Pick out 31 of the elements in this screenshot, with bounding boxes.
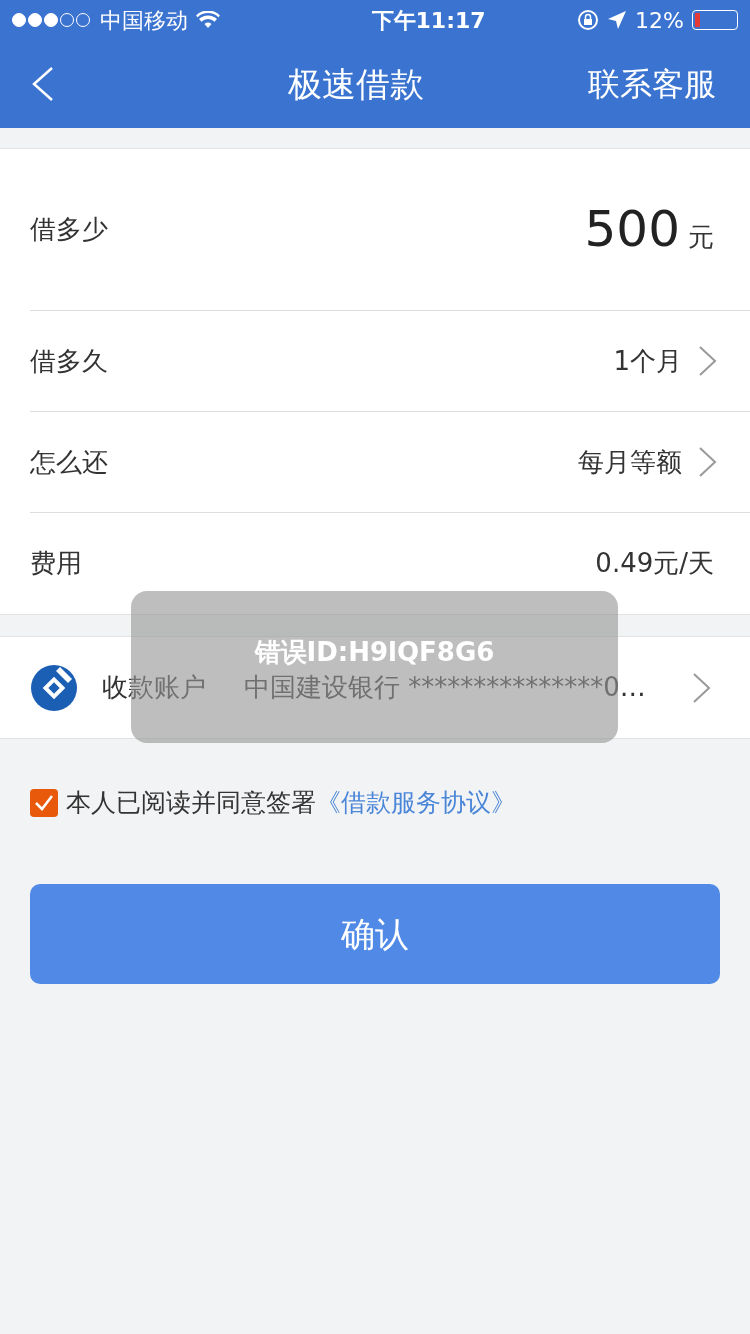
chevron-right-icon: [698, 446, 718, 478]
status-time: 下午11:17: [371, 6, 486, 35]
row-value: 每月等额: [578, 445, 682, 479]
row-label: 怎么还: [30, 445, 108, 479]
battery-icon: [692, 10, 738, 30]
battery-percent: 12%: [635, 6, 684, 35]
amount-value: 500: [584, 199, 680, 260]
option-row[interactable]: 怎么还 每月等额: [30, 412, 750, 513]
check-icon: [34, 793, 54, 812]
row-value: 0.49元/天: [595, 547, 714, 580]
amount-unit: 元: [688, 221, 714, 254]
wifi-icon: [196, 11, 220, 29]
agreement-link[interactable]: 《借款服务协议》: [316, 787, 516, 817]
carrier-name: 中国移动: [100, 6, 188, 35]
agreement-text: 本人已阅读并同意签署《借款服务协议》: [66, 786, 516, 819]
customer-service-link[interactable]: 联系客服: [588, 60, 716, 108]
confirm-button[interactable]: 确认: [30, 884, 720, 984]
amount-label: 借多少: [30, 213, 108, 246]
chevron-right-icon: [698, 345, 718, 377]
error-message: 错误ID:H9lQF8G6: [254, 637, 495, 667]
row-label: 借多久: [30, 344, 108, 378]
page-title: 极速借款: [288, 62, 424, 106]
bank-logo-icon: [30, 663, 78, 712]
row-value: 1个月: [613, 344, 682, 378]
back-icon[interactable]: [30, 66, 54, 102]
option-row[interactable]: 借多久 1个月: [30, 311, 750, 412]
chevron-right-icon: [692, 671, 712, 704]
agreement-checkbox[interactable]: [30, 788, 58, 817]
location-arrow-icon: [607, 10, 628, 30]
rotation-lock-icon: [577, 9, 600, 31]
row-label: 费用: [30, 547, 82, 580]
